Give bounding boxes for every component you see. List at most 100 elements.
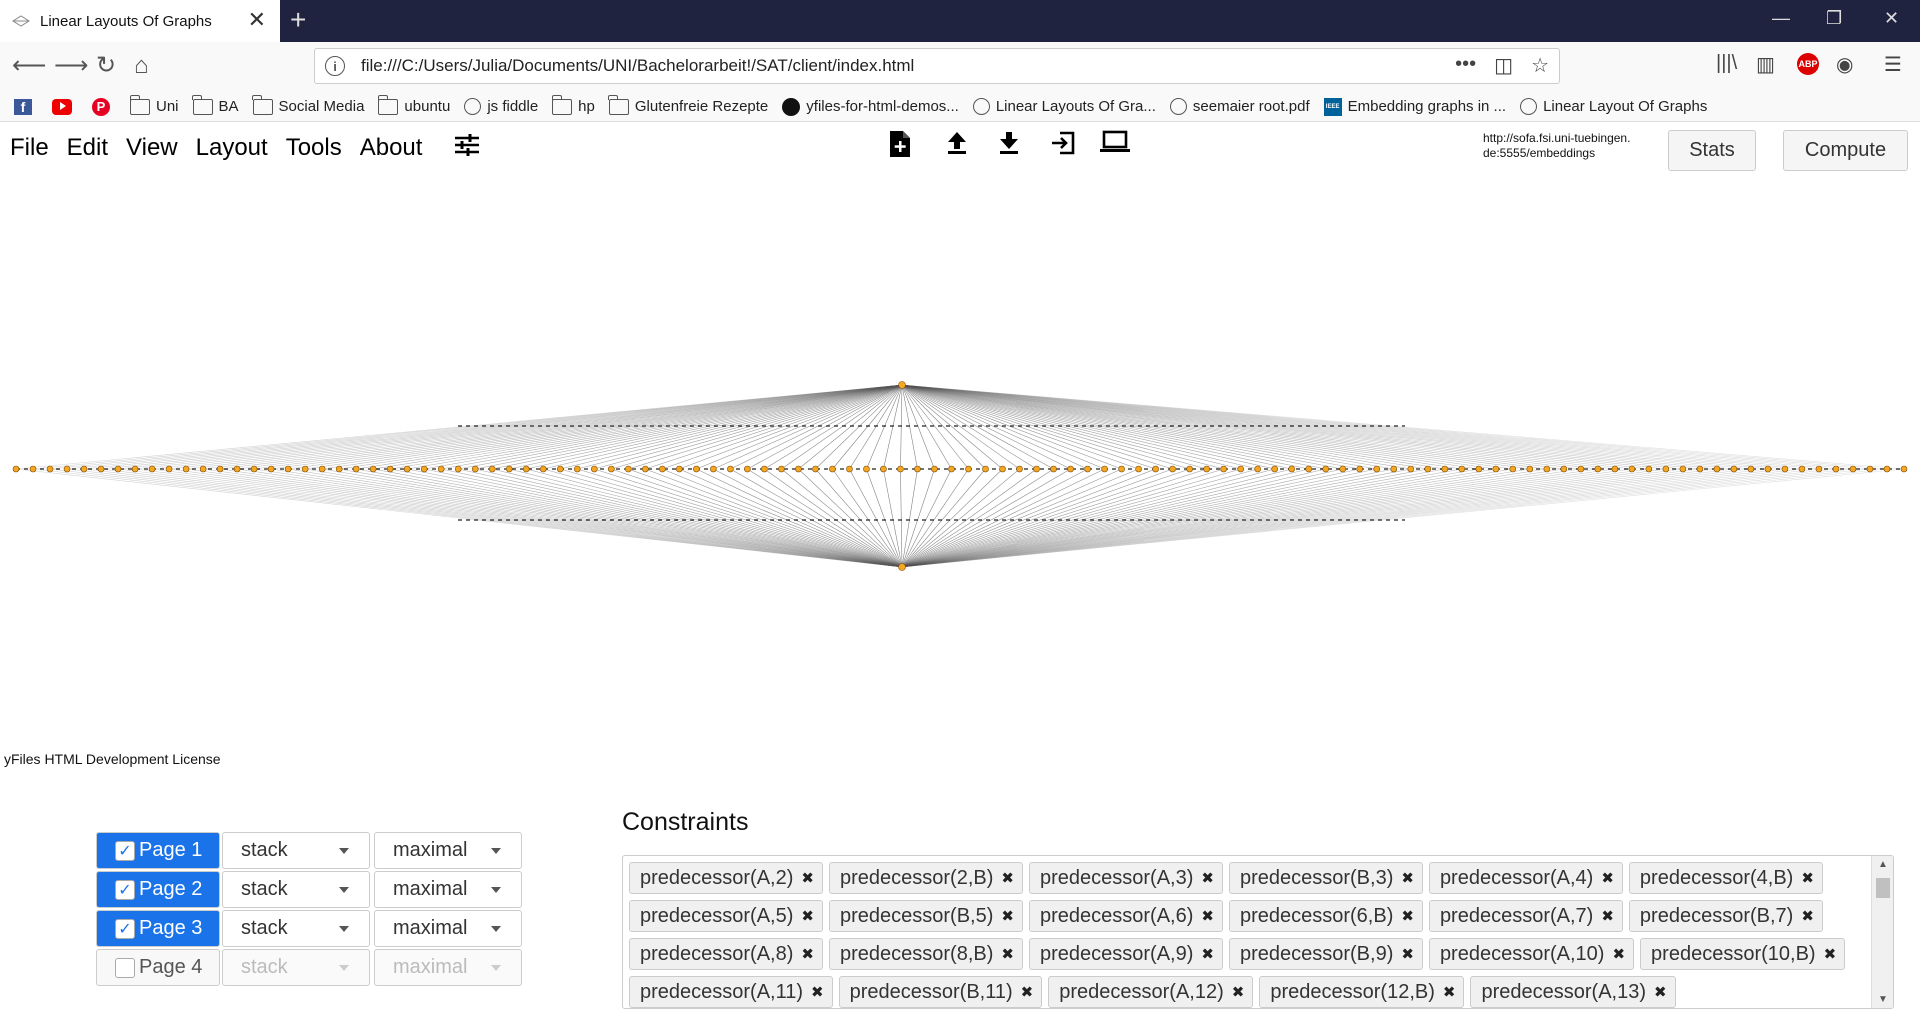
graph-node[interactable] <box>29 465 37 473</box>
page-mode-select[interactable]: maximal <box>374 871 522 908</box>
graph-node[interactable] <box>1713 465 1721 473</box>
graph-node[interactable] <box>1764 465 1772 473</box>
back-icon[interactable]: ⟵ <box>12 52 46 80</box>
graph-node[interactable] <box>488 465 496 473</box>
export-icon[interactable] <box>1050 130 1076 156</box>
graph-node[interactable] <box>114 465 122 473</box>
graph-node[interactable] <box>165 465 173 473</box>
graph-node[interactable] <box>1560 465 1568 473</box>
star-icon[interactable]: ☆ <box>1531 53 1549 78</box>
bookmark-item[interactable]: hp <box>551 94 595 115</box>
remove-constraint-icon[interactable]: ✖ <box>1021 983 1034 1001</box>
graph-node[interactable] <box>1900 465 1908 473</box>
scroll-down-icon[interactable]: ▼ <box>1878 994 1888 1005</box>
reload-icon[interactable]: ↻ <box>96 52 116 80</box>
graph-node[interactable] <box>1798 465 1806 473</box>
graph-node[interactable] <box>97 465 105 473</box>
checkbox-checked-icon[interactable]: ✓ <box>115 918 135 939</box>
remove-constraint-icon[interactable]: ✖ <box>1801 869 1814 887</box>
new-file-icon[interactable] <box>888 130 912 158</box>
graph-node[interactable] <box>965 465 972 473</box>
remove-constraint-icon[interactable]: ✖ <box>1443 983 1456 1001</box>
upload-icon[interactable] <box>946 130 968 156</box>
page-type-select[interactable]: stack <box>222 871 370 908</box>
graph-node[interactable] <box>1628 465 1636 473</box>
graph-node[interactable] <box>522 465 530 473</box>
forward-icon[interactable]: ⟶ <box>54 52 88 80</box>
graph-node[interactable] <box>1356 465 1364 473</box>
new-tab-icon[interactable]: + <box>290 6 306 34</box>
graph-node[interactable] <box>1186 465 1193 473</box>
sliders-icon[interactable] <box>454 133 480 157</box>
graph-node[interactable] <box>63 465 71 473</box>
graph-node[interactable] <box>1645 465 1653 473</box>
graph-node[interactable] <box>1492 465 1500 473</box>
graph-node[interactable] <box>539 465 547 473</box>
graph-node[interactable] <box>676 465 683 473</box>
download-icon[interactable] <box>998 130 1020 156</box>
graph-node[interactable] <box>846 465 853 473</box>
scroll-thumb[interactable] <box>1876 878 1890 898</box>
bookmark-item[interactable]: Uni <box>129 94 179 115</box>
graph-node[interactable] <box>1866 465 1874 473</box>
bookmark-item[interactable]: ubuntu <box>377 94 450 115</box>
constraints-box[interactable]: predecessor(A,2) ✖ predecessor(2,B) ✖ predec… <box>622 855 1894 1009</box>
graph-node[interactable] <box>1237 465 1244 473</box>
page-toggle-button[interactable]: ✓ Page 3 <box>96 910 220 947</box>
graph-node[interactable] <box>454 465 462 473</box>
graph-node[interactable] <box>795 465 802 473</box>
graph-node[interactable] <box>403 465 411 473</box>
more-icon[interactable]: ••• <box>1455 53 1476 78</box>
remove-constraint-icon[interactable]: ✖ <box>801 869 814 887</box>
graph-node[interactable] <box>1033 465 1040 473</box>
browser-tab[interactable]: Linear Layouts Of Graphs ✕ <box>0 0 280 42</box>
account-icon[interactable]: ◉ <box>1836 52 1853 77</box>
graph-canvas[interactable] <box>0 175 1920 750</box>
graph-node[interactable] <box>1067 465 1074 473</box>
graph-node[interactable] <box>1475 465 1483 473</box>
graph-node[interactable] <box>505 465 513 473</box>
remove-constraint-icon[interactable]: ✖ <box>801 907 814 925</box>
graph-node[interactable] <box>284 465 292 473</box>
graph-node[interactable] <box>80 465 88 473</box>
graph-node[interactable] <box>710 465 717 473</box>
graph-node[interactable] <box>1747 465 1755 473</box>
bookmark-item[interactable]: IEEE Embedding graphs in ... <box>1323 97 1506 116</box>
graph-node[interactable] <box>948 465 955 473</box>
graph-node[interactable] <box>693 465 700 473</box>
graph-node[interactable] <box>1543 465 1551 473</box>
page-type-select[interactable]: stack <box>222 832 370 869</box>
graph-node[interactable] <box>233 465 241 473</box>
page-mode-select[interactable]: maximal <box>374 832 522 869</box>
graph-node[interactable] <box>1203 465 1210 473</box>
remove-constraint-icon[interactable]: ✖ <box>1401 869 1414 887</box>
remove-constraint-icon[interactable]: ✖ <box>1201 869 1214 887</box>
bookmark-item[interactable]: f <box>14 98 38 115</box>
graph-node[interactable] <box>1730 465 1738 473</box>
graph-node[interactable] <box>1322 465 1329 473</box>
graph-node[interactable] <box>931 465 938 473</box>
close-window-icon[interactable]: ✕ <box>1884 8 1899 29</box>
menu-tools[interactable]: Tools <box>286 134 342 162</box>
menu-edit[interactable]: Edit <box>67 134 108 162</box>
graph-node[interactable] <box>863 465 870 473</box>
graph-node[interactable] <box>1679 465 1687 473</box>
graph-node[interactable] <box>1118 465 1125 473</box>
graph-node[interactable] <box>1135 465 1142 473</box>
page-type-select[interactable]: stack <box>222 949 370 986</box>
graph-node[interactable] <box>199 465 207 473</box>
remove-constraint-icon[interactable]: ✖ <box>1801 907 1814 925</box>
checkbox-unchecked-icon[interactable] <box>115 957 135 978</box>
graph-node[interactable] <box>625 465 632 473</box>
remove-constraint-icon[interactable]: ✖ <box>1612 945 1625 963</box>
graph-node[interactable] <box>573 465 581 473</box>
constraints-scrollbar[interactable]: ▲ ▼ <box>1871 856 1893 1008</box>
remove-constraint-icon[interactable]: ✖ <box>801 945 814 963</box>
graph-node[interactable] <box>897 465 904 473</box>
page-mode-select[interactable]: maximal <box>374 949 522 986</box>
page-toggle-button[interactable]: ✓ Page 2 <box>96 871 220 908</box>
graph-node[interactable] <box>335 465 343 473</box>
remove-constraint-icon[interactable]: ✖ <box>1654 983 1667 1001</box>
graph-node[interactable] <box>1662 465 1670 473</box>
graph-node[interactable] <box>1271 465 1278 473</box>
